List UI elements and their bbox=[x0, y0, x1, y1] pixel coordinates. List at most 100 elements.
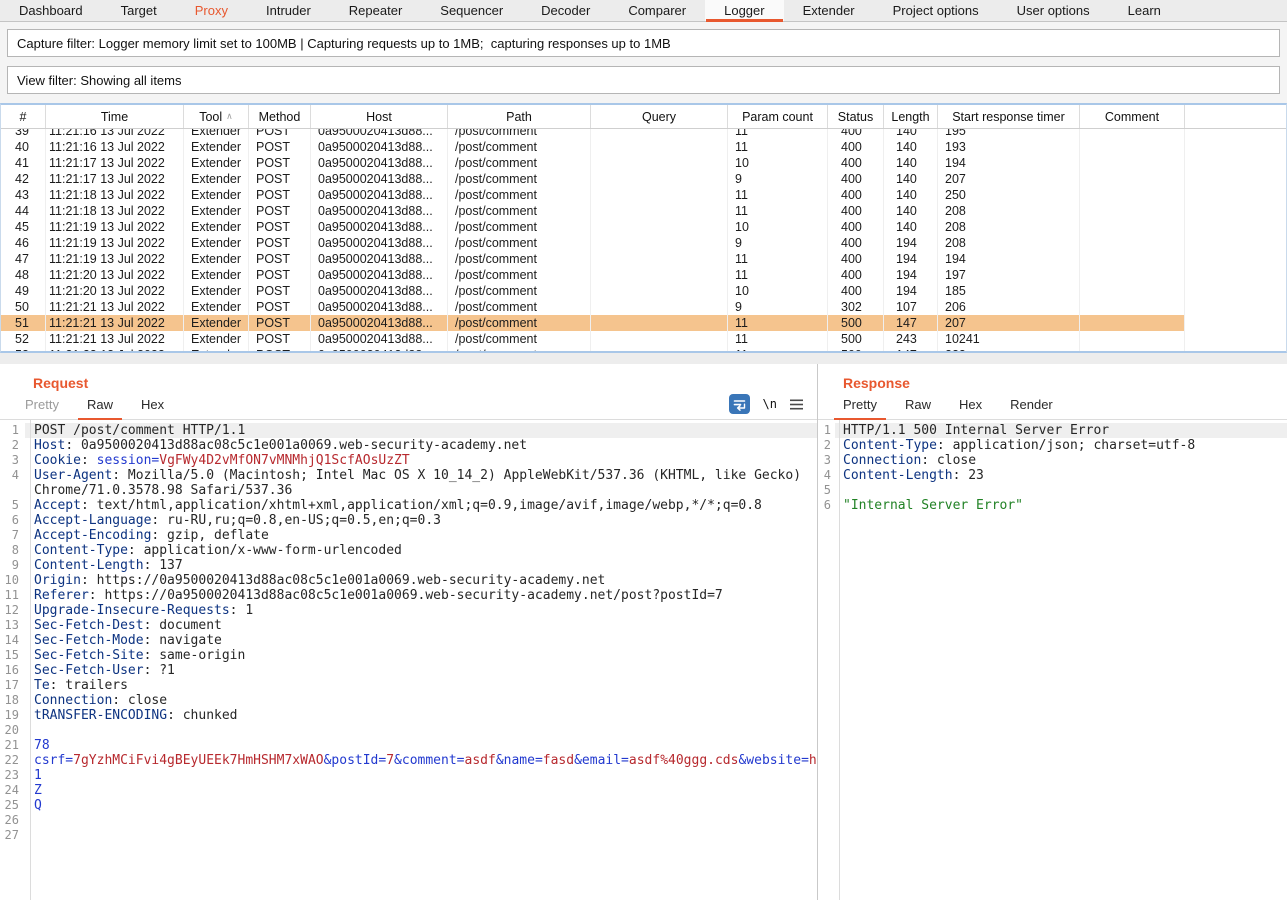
cell: 194 bbox=[938, 155, 1080, 171]
column-header-number[interactable]: # bbox=[1, 105, 46, 128]
cell: Extender bbox=[184, 299, 249, 315]
cell: 140 bbox=[884, 203, 938, 219]
column-header-label: Time bbox=[101, 110, 128, 124]
table-row-44[interactable]: 4411:21:18 13 Jul 2022ExtenderPOST0a9500… bbox=[1, 203, 1286, 219]
line-number: 11 bbox=[0, 588, 25, 603]
column-header-time[interactable]: Time bbox=[46, 105, 184, 128]
tab-intruder[interactable]: Intruder bbox=[247, 0, 330, 21]
table-row-53[interactable]: 5311:21:22 13 Jul 2022ExtenderPOST0a9500… bbox=[1, 347, 1286, 351]
cell: /post/comment bbox=[448, 267, 591, 283]
cell bbox=[591, 219, 728, 235]
line-number: 23 bbox=[0, 768, 25, 783]
request-panel-title: Request bbox=[33, 375, 817, 391]
column-header-status[interactable]: Status bbox=[828, 105, 884, 128]
cell: 11 bbox=[728, 187, 828, 203]
table-row-42[interactable]: 4211:21:17 13 Jul 2022ExtenderPOST0a9500… bbox=[1, 171, 1286, 187]
request-tab-raw[interactable]: Raw bbox=[78, 397, 122, 419]
column-header-method[interactable]: Method bbox=[249, 105, 311, 128]
cell: Extender bbox=[184, 171, 249, 187]
tab-project-options[interactable]: Project options bbox=[874, 0, 998, 21]
cell: 48 bbox=[1, 267, 46, 283]
column-header-filler bbox=[1185, 105, 1286, 128]
horizontal-splitter[interactable] bbox=[0, 353, 1287, 364]
request-line: 9Content-Length: 137 bbox=[0, 558, 817, 573]
line-number: 19 bbox=[0, 708, 25, 723]
response-editor[interactable]: 1HTTP/1.1 500 Internal Server Error2Cont… bbox=[818, 420, 1287, 900]
column-header-start-response-timer[interactable]: Start response timer bbox=[938, 105, 1080, 128]
tab-decoder[interactable]: Decoder bbox=[522, 0, 609, 21]
cell-filler bbox=[1185, 155, 1286, 171]
prettify-icon[interactable] bbox=[729, 394, 750, 414]
table-row-39[interactable]: 3911:21:16 13 Jul 2022ExtenderPOST0a9500… bbox=[1, 129, 1286, 139]
newline-icon[interactable]: \n bbox=[763, 397, 777, 411]
cell: 250 bbox=[938, 187, 1080, 203]
capture-filter-bar[interactable]: Capture filter: Logger memory limit set … bbox=[7, 29, 1280, 57]
tab-sequencer[interactable]: Sequencer bbox=[421, 0, 522, 21]
cell: 400 bbox=[828, 139, 884, 155]
request-tab-pretty[interactable]: Pretty bbox=[16, 397, 68, 419]
cell: 11:21:19 13 Jul 2022 bbox=[46, 219, 184, 235]
table-row-43[interactable]: 4311:21:18 13 Jul 2022ExtenderPOST0a9500… bbox=[1, 187, 1286, 203]
cell: /post/comment bbox=[448, 203, 591, 219]
tab-dashboard[interactable]: Dashboard bbox=[0, 0, 102, 21]
tab-comparer[interactable]: Comparer bbox=[609, 0, 705, 21]
request-line-content: Content-Type: application/x-www-form-url… bbox=[25, 543, 817, 558]
table-row-47[interactable]: 4711:21:19 13 Jul 2022ExtenderPOST0a9500… bbox=[1, 251, 1286, 267]
tab-proxy[interactable]: Proxy bbox=[176, 0, 247, 21]
line-number: 4 bbox=[0, 468, 25, 498]
table-row-40[interactable]: 4011:21:16 13 Jul 2022ExtenderPOST0a9500… bbox=[1, 139, 1286, 155]
response-tab-raw[interactable]: Raw bbox=[896, 397, 940, 419]
table-row-51[interactable]: 5111:21:21 13 Jul 2022ExtenderPOST0a9500… bbox=[1, 315, 1286, 331]
menu-icon[interactable] bbox=[790, 399, 803, 410]
line-number: 2 bbox=[0, 438, 25, 453]
table-row-48[interactable]: 4811:21:20 13 Jul 2022ExtenderPOST0a9500… bbox=[1, 267, 1286, 283]
cell: 11 bbox=[728, 139, 828, 155]
column-header-path[interactable]: Path bbox=[448, 105, 591, 128]
tab-extender[interactable]: Extender bbox=[784, 0, 874, 21]
column-header-comment[interactable]: Comment bbox=[1080, 105, 1185, 128]
request-line: 18Connection: close bbox=[0, 693, 817, 708]
cell-filler bbox=[1185, 187, 1286, 203]
cell bbox=[1080, 267, 1185, 283]
cell: /post/comment bbox=[448, 219, 591, 235]
column-header-tool[interactable]: Tool∧ bbox=[184, 105, 249, 128]
table-row-49[interactable]: 4911:21:20 13 Jul 2022ExtenderPOST0a9500… bbox=[1, 283, 1286, 299]
cell: 400 bbox=[828, 267, 884, 283]
tab-target[interactable]: Target bbox=[102, 0, 176, 21]
request-editor[interactable]: 1POST /post/comment HTTP/1.12Host: 0a950… bbox=[0, 420, 817, 900]
tab-user-options[interactable]: User options bbox=[998, 0, 1109, 21]
tab-logger[interactable]: Logger bbox=[705, 0, 783, 21]
table-row-45[interactable]: 4511:21:19 13 Jul 2022ExtenderPOST0a9500… bbox=[1, 219, 1286, 235]
response-tab-pretty[interactable]: Pretty bbox=[834, 397, 886, 419]
table-row-50[interactable]: 5011:21:21 13 Jul 2022ExtenderPOST0a9500… bbox=[1, 299, 1286, 315]
request-line: 6Accept-Language: ru-RU,ru;q=0.8,en-US;q… bbox=[0, 513, 817, 528]
cell: POST bbox=[249, 347, 311, 351]
cell: 11:21:21 13 Jul 2022 bbox=[46, 331, 184, 347]
table-row-41[interactable]: 4111:21:17 13 Jul 2022ExtenderPOST0a9500… bbox=[1, 155, 1286, 171]
view-filter-bar[interactable]: View filter: Showing all items bbox=[7, 66, 1280, 94]
line-number: 4 bbox=[818, 468, 835, 483]
column-header-param-count[interactable]: Param count bbox=[728, 105, 828, 128]
cell: 197 bbox=[938, 267, 1080, 283]
cell: POST bbox=[249, 251, 311, 267]
column-header-host[interactable]: Host bbox=[311, 105, 448, 128]
request-tab-hex[interactable]: Hex bbox=[132, 397, 173, 419]
cell: Extender bbox=[184, 203, 249, 219]
column-header-label: # bbox=[20, 110, 27, 124]
response-tab-hex[interactable]: Hex bbox=[950, 397, 991, 419]
cell bbox=[591, 171, 728, 187]
tab-learn[interactable]: Learn bbox=[1109, 0, 1180, 21]
cell: 53 bbox=[1, 347, 46, 351]
response-tab-render[interactable]: Render bbox=[1001, 397, 1062, 419]
cell-filler bbox=[1185, 203, 1286, 219]
column-header-length[interactable]: Length bbox=[884, 105, 938, 128]
cell: 194 bbox=[884, 283, 938, 299]
request-line-content: Sec-Fetch-Site: same-origin bbox=[25, 648, 817, 663]
cell: 11 bbox=[728, 315, 828, 331]
tab-repeater[interactable]: Repeater bbox=[330, 0, 421, 21]
column-header-query[interactable]: Query bbox=[591, 105, 728, 128]
cell: 194 bbox=[884, 235, 938, 251]
cell: /post/comment bbox=[448, 299, 591, 315]
table-row-46[interactable]: 4611:21:19 13 Jul 2022ExtenderPOST0a9500… bbox=[1, 235, 1286, 251]
table-row-52[interactable]: 5211:21:21 13 Jul 2022ExtenderPOST0a9500… bbox=[1, 331, 1286, 347]
